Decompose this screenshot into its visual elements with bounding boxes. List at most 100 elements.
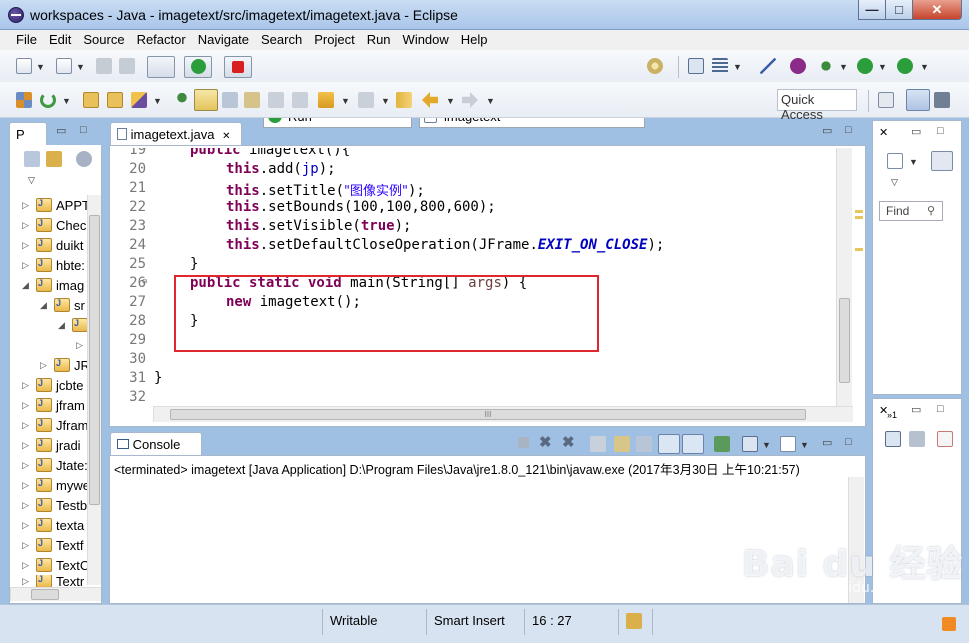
- tree-item[interactable]: ▷ texta: [22, 515, 84, 535]
- forward-dropdown-icon[interactable]: ▼: [486, 96, 495, 106]
- menu-file[interactable]: File: [10, 30, 43, 50]
- maximize-view-icon[interactable]: □: [845, 436, 852, 448]
- collapse-all-icon[interactable]: [24, 151, 40, 167]
- scroll-thumb[interactable]: [31, 589, 59, 600]
- menu-navigate[interactable]: Navigate: [192, 30, 255, 50]
- expand-icon[interactable]: ▷: [22, 560, 32, 571]
- refresh-icon[interactable]: [40, 92, 56, 108]
- close-icon[interactable]: ✕: [879, 126, 888, 139]
- scroll-thumb[interactable]: III: [170, 409, 806, 420]
- word-wrap-console-icon[interactable]: [614, 436, 630, 452]
- tab-overflow-icon[interactable]: »1: [887, 410, 897, 420]
- menu-help[interactable]: Help: [455, 30, 494, 50]
- close-button[interactable]: ✕: [912, 0, 962, 20]
- close-icon[interactable]: ✕: [222, 131, 230, 142]
- expand-icon[interactable]: ▷: [22, 460, 32, 471]
- debug-perspective-icon[interactable]: [934, 92, 950, 108]
- minimize-view-icon[interactable]: ▭: [911, 125, 921, 138]
- show-on-error-icon[interactable]: [682, 434, 704, 454]
- display-console-dropdown-icon[interactable]: ▼: [762, 440, 771, 450]
- tree-item[interactable]: ◢ sr: [40, 295, 85, 315]
- minimize-view-icon[interactable]: ▭: [911, 403, 921, 416]
- maximize-view-icon[interactable]: □: [80, 124, 87, 136]
- tools-icon[interactable]: [909, 431, 925, 447]
- expand-icon[interactable]: ▷: [22, 500, 32, 511]
- new-console-icon[interactable]: [780, 436, 796, 452]
- remove-launch-icon[interactable]: ✖: [539, 435, 555, 452]
- new-icon[interactable]: [16, 58, 32, 74]
- search-dropdown-icon[interactable]: ▼: [153, 96, 162, 106]
- next-annotation-dropdown-icon[interactable]: ▼: [341, 96, 350, 106]
- word-wrap-icon[interactable]: [222, 92, 238, 108]
- categorize-icon[interactable]: [931, 151, 953, 171]
- expand-icon[interactable]: ▷: [22, 380, 32, 391]
- tab-package-explorer[interactable]: P ✕: [9, 122, 47, 157]
- tab-editor-imagetext[interactable]: imagetext.java ✕: [110, 122, 242, 146]
- menu-run[interactable]: Run: [361, 30, 397, 50]
- new-console-dropdown-icon[interactable]: ▼: [800, 440, 809, 450]
- collapse-icon[interactable]: ◢: [22, 280, 32, 291]
- expand-icon[interactable]: ▷: [22, 576, 32, 587]
- tree-item[interactable]: ▷ TextC: [22, 555, 89, 575]
- new-dropdown-icon[interactable]: ▼: [36, 62, 45, 72]
- tree-item[interactable]: ▷JR: [40, 355, 90, 375]
- prev-annotation-dropdown-icon[interactable]: ▼: [381, 96, 390, 106]
- collapse-icon[interactable]: ◢: [40, 300, 50, 311]
- scroll-lock-icon[interactable]: [590, 436, 606, 452]
- expand-icon[interactable]: ▷: [22, 260, 32, 271]
- debug-dropdown-icon[interactable]: ▼: [839, 62, 848, 72]
- expand-icon[interactable]: ▷: [22, 400, 32, 411]
- java-perspective-icon[interactable]: [906, 89, 930, 111]
- warning-marker[interactable]: [855, 216, 863, 219]
- search-icon[interactable]: ⚲: [927, 204, 935, 217]
- heap-status-icon[interactable]: [626, 613, 642, 629]
- expand-icon[interactable]: ▷: [76, 340, 86, 351]
- expand-icon[interactable]: ▷: [22, 520, 32, 531]
- new-task-icon[interactable]: [887, 153, 903, 169]
- tree-item[interactable]: ▷ duikt: [22, 235, 83, 255]
- tab-console[interactable]: Console ✕: [110, 432, 202, 467]
- package-explorer-scrollbar[interactable]: [87, 195, 101, 585]
- mark-occurrences-icon[interactable]: [194, 89, 218, 111]
- pilcrow-icon[interactable]: [292, 92, 308, 108]
- minimize-view-icon[interactable]: ▭: [822, 124, 832, 137]
- view-menu-icon[interactable]: [76, 151, 92, 167]
- view-menu-dropdown-icon[interactable]: ▽: [891, 177, 898, 188]
- tree-item[interactable]: ▷ Jtate:: [22, 455, 88, 475]
- search-task-icon[interactable]: [131, 92, 147, 108]
- grid-icon[interactable]: [16, 92, 32, 108]
- remove-all-icon[interactable]: ✖: [562, 435, 578, 452]
- prev-annotation-icon[interactable]: [358, 92, 374, 108]
- quick-access-field[interactable]: Quick Access: [777, 89, 857, 122]
- package-explorer-hscrollbar[interactable]: [10, 587, 101, 601]
- menu-source[interactable]: Source: [77, 30, 130, 50]
- forward-arrow-icon[interactable]: [462, 92, 478, 108]
- profile-icon[interactable]: [790, 58, 806, 74]
- rss-feed-icon[interactable]: [942, 617, 956, 631]
- list-icon[interactable]: [712, 58, 728, 74]
- tree-item[interactable]: ▷ jradi: [22, 435, 81, 455]
- view-menu-dropdown-icon[interactable]: ▽: [28, 175, 35, 186]
- open-console-icon[interactable]: [714, 436, 730, 452]
- tree-item[interactable]: ▷ hbte:: [22, 255, 85, 275]
- minimize-view-icon[interactable]: ▭: [56, 124, 66, 137]
- expand-icon[interactable]: ▷: [22, 440, 32, 451]
- debug-icon[interactable]: [818, 58, 834, 74]
- run-dropdown-icon[interactable]: ▼: [878, 62, 887, 72]
- display-console-icon[interactable]: [742, 436, 758, 452]
- new-window-icon[interactable]: [56, 58, 72, 74]
- menu-window[interactable]: Window: [397, 30, 455, 50]
- tree-item[interactable]: ▷ Jfram: [22, 415, 89, 435]
- tree-item[interactable]: ▷ Textf: [22, 535, 83, 555]
- gear-icon[interactable]: [647, 58, 663, 74]
- fold-icon[interactable]: ⊖: [142, 148, 147, 152]
- tree-item[interactable]: ▷ jfram: [22, 395, 85, 415]
- expand-icon[interactable]: ▷: [22, 220, 32, 231]
- tree-item[interactable]: ▷ Testb: [22, 495, 87, 515]
- tree-item[interactable]: ▷ Chec: [22, 215, 86, 235]
- tree-item[interactable]: ◢ imag: [22, 275, 84, 295]
- external-tools-icon[interactable]: [897, 58, 913, 74]
- expand-icon[interactable]: ▷: [22, 200, 32, 211]
- terminate-icon[interactable]: [518, 437, 529, 448]
- last-edit-icon[interactable]: [396, 92, 412, 108]
